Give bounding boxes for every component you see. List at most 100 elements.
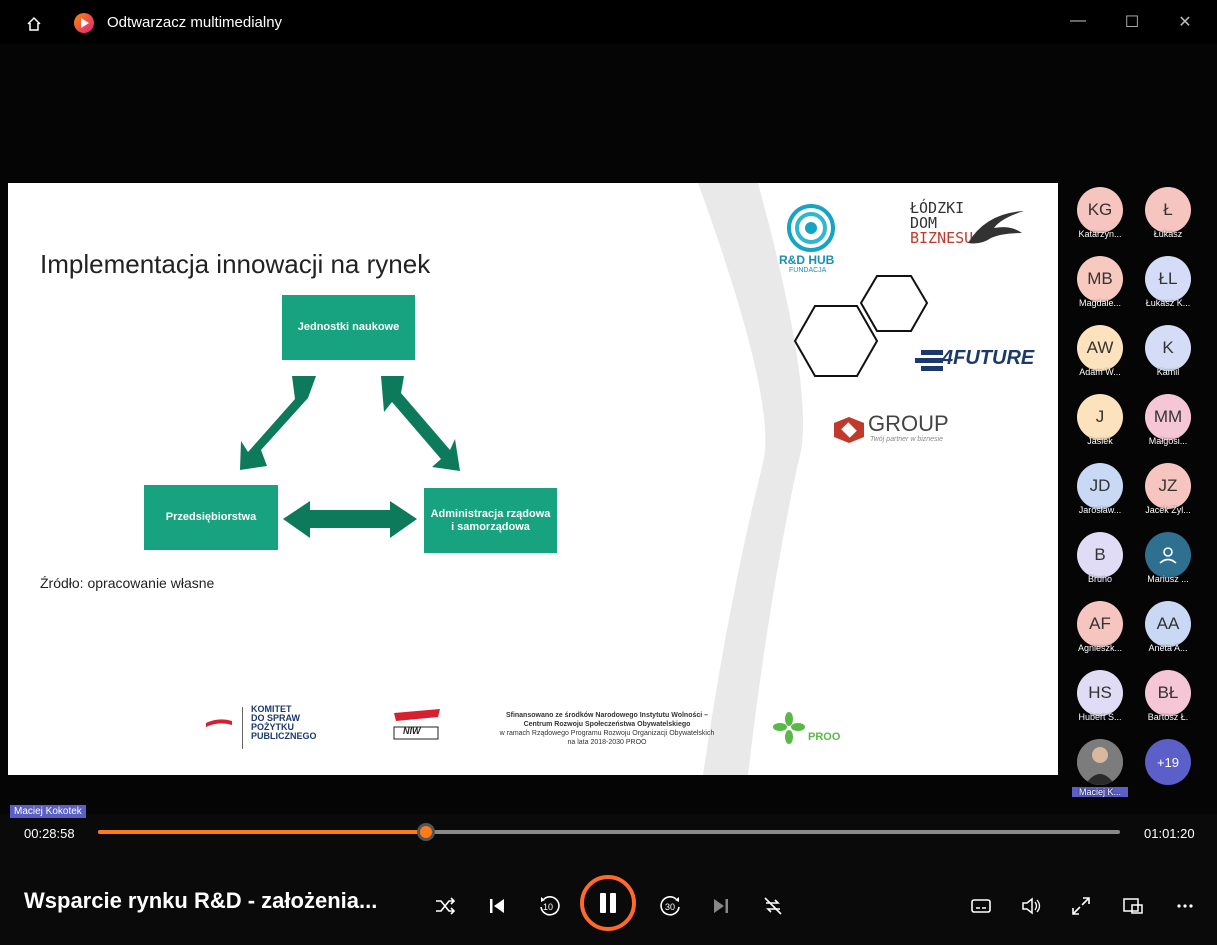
participant-name: Kamil xyxy=(1156,367,1180,377)
participant-tile[interactable]: AA Aneta A... xyxy=(1136,601,1200,653)
participant-photo xyxy=(1077,739,1123,785)
poland-flag-icon xyxy=(206,719,232,727)
participant-tile[interactable]: BŁ Bartosz Ł. xyxy=(1136,670,1200,722)
participant-tile[interactable]: Mariusz ... xyxy=(1136,532,1200,584)
arrow-right-diagonal xyxy=(381,376,460,471)
participant-name: Jacek Zyl... xyxy=(1145,505,1191,515)
maximize-button[interactable]: ☐ xyxy=(1120,12,1144,32)
komitet-line4: PUBLICZNEGO xyxy=(251,731,317,741)
participant-tile[interactable]: AF Agnieszk... xyxy=(1068,601,1132,653)
participant-initials: Ł xyxy=(1163,200,1173,219)
funding-line1: Sfinansowano ze środków Narodowego Insty… xyxy=(505,712,709,719)
participant-tile[interactable]: AW Adam W... xyxy=(1068,325,1132,377)
participant-initials: K xyxy=(1162,338,1174,357)
participant-avatar: K xyxy=(1145,325,1191,371)
subtitles-icon[interactable] xyxy=(968,893,994,919)
participant-tile[interactable]: Ł Łukasz xyxy=(1136,187,1200,239)
pause-icon xyxy=(600,893,616,913)
participant-name: Maciej K... xyxy=(1072,787,1128,797)
participant-tile[interactable]: JD Jarosław... xyxy=(1068,463,1132,515)
participant-name: Adam W... xyxy=(1079,367,1121,377)
fullscreen-icon[interactable] xyxy=(1068,893,1094,919)
participant-avatar: JZ xyxy=(1145,463,1191,509)
skip-back-label: 10 xyxy=(543,902,554,912)
participant-avatar: +19 xyxy=(1145,739,1191,785)
proo-logo-icon xyxy=(773,712,805,744)
participant-avatar: MM xyxy=(1145,394,1191,440)
participant-initials: HS xyxy=(1088,683,1112,702)
participant-initials: +19 xyxy=(1156,754,1180,770)
participant-name: Mariusz ... xyxy=(1147,574,1189,584)
participant-tile[interactable]: B Bruno xyxy=(1068,532,1132,584)
close-button[interactable]: ✕ xyxy=(1173,12,1197,32)
funding-line3: w ramach Rządowego Programu Rozwoju Orga… xyxy=(499,730,715,737)
next-icon[interactable] xyxy=(708,893,734,919)
komitet-divider xyxy=(242,707,243,749)
participant-initials: JZ xyxy=(1158,476,1178,495)
arrow-horizontal xyxy=(283,501,417,538)
participant-avatar xyxy=(1145,532,1191,578)
more-options-icon[interactable] xyxy=(1172,893,1198,919)
participant-avatar: Ł xyxy=(1145,187,1191,233)
media-title: Wsparcie rynku R&D - założenia... xyxy=(24,888,378,913)
participant-initials: J xyxy=(1095,407,1105,426)
participant-tile[interactable]: ŁL Łukasz K... xyxy=(1136,256,1200,308)
media-player-app-icon xyxy=(74,13,94,33)
participant-name: Hubert S... xyxy=(1078,712,1122,722)
participant-avatar: ŁL xyxy=(1145,256,1191,302)
participant-name: Jasiek xyxy=(1087,436,1113,446)
participant-name: Magdale... xyxy=(1078,298,1122,308)
participant-tile[interactable]: +19 xyxy=(1136,739,1200,785)
participant-initials: AA xyxy=(1156,614,1180,633)
future-logo-icon xyxy=(915,350,943,371)
window-title: Odtwarzacz multimedialny xyxy=(107,14,283,31)
lodzki-line1: ŁÓDZKI xyxy=(910,199,965,217)
person-icon xyxy=(1159,547,1177,564)
participant-name: Bruno xyxy=(1087,574,1113,584)
participant-initials: AF xyxy=(1089,614,1111,633)
participant-tile[interactable]: K Kamil xyxy=(1136,325,1200,377)
skip-forward-button[interactable]: 30 xyxy=(658,893,684,919)
current-time: 00:28:58 xyxy=(24,826,75,841)
participant-tile[interactable]: KG Katarzyn... xyxy=(1068,187,1132,239)
seek-bar-progress xyxy=(98,830,426,834)
participant-tile[interactable]: MB Magdale... xyxy=(1068,256,1132,308)
participant-name: Katarzyn... xyxy=(1078,229,1122,239)
rd-hub-label: R&D HUB xyxy=(779,253,835,267)
hexagons-logo-icon xyxy=(793,275,929,377)
repeat-off-icon[interactable] xyxy=(760,893,786,919)
minimize-button[interactable]: — xyxy=(1066,12,1090,32)
participant-avatar: AF xyxy=(1077,601,1123,647)
komitet-logo: KOMITET DO SPRAW POŻYTKU PUBLICZNEGO xyxy=(251,705,317,741)
participant-avatar: HS xyxy=(1077,670,1123,716)
volume-icon[interactable] xyxy=(1018,893,1044,919)
group-label: GROUP xyxy=(868,411,949,436)
home-icon[interactable] xyxy=(26,16,42,32)
participant-name: Bartosz Ł. xyxy=(1147,712,1189,722)
arrow-left-diagonal xyxy=(240,376,316,470)
group-sublabel: Twój partner w biznesie xyxy=(870,436,944,443)
participant-avatar: J xyxy=(1077,394,1123,440)
participant-tile[interactable]: Maciej K... xyxy=(1068,739,1132,797)
participant-tile[interactable]: HS Hubert S... xyxy=(1068,670,1132,722)
participant-initials: MB xyxy=(1087,269,1113,288)
pause-button[interactable] xyxy=(580,875,636,931)
funding-line2: Centrum Rozwoju Społeczeństwa Obywatelsk… xyxy=(523,721,691,728)
previous-icon[interactable] xyxy=(484,893,510,919)
funding-note: Sfinansowano ze środków Narodowego Insty… xyxy=(473,711,741,747)
participant-initials: ŁL xyxy=(1158,269,1178,288)
miniplayer-icon[interactable] xyxy=(1120,893,1146,919)
skip-back-button[interactable]: 10 xyxy=(536,893,562,919)
seek-handle[interactable] xyxy=(417,823,435,841)
participant-avatar: MB xyxy=(1077,256,1123,302)
participant-avatar xyxy=(1077,739,1123,785)
participant-tile[interactable]: MM Małgosi... xyxy=(1136,394,1200,446)
participant-tile[interactable]: J Jasiek xyxy=(1068,394,1132,446)
niw-label: NIW xyxy=(403,726,421,736)
participant-avatar: B xyxy=(1077,532,1123,578)
shuffle-icon[interactable] xyxy=(432,893,458,919)
participant-tile[interactable]: JZ Jacek Zyl... xyxy=(1136,463,1200,515)
participant-initials: BŁ xyxy=(1157,683,1179,702)
lodzki-line3: BIZNESU xyxy=(910,229,974,247)
total-time: 01:01:20 xyxy=(1144,826,1195,841)
